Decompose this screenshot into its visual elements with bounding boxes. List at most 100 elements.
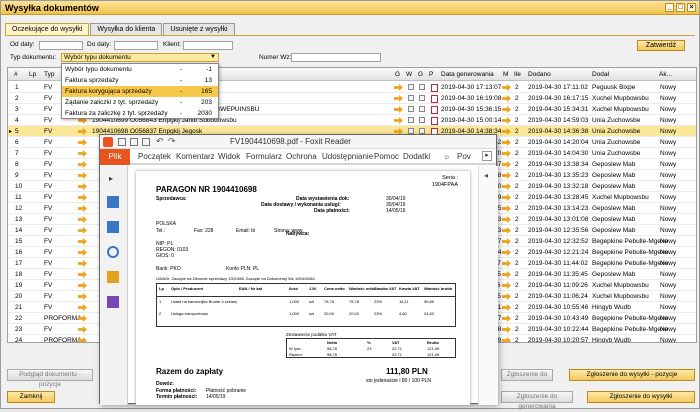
numer-wz-input[interactable]: [291, 53, 381, 62]
row-m-arrow-icon[interactable]: [502, 216, 511, 223]
row-g-arrow-icon[interactable]: [394, 106, 403, 113]
zgloszenie-generowania-button[interactable]: Zgłoszenie do generowania: [501, 391, 573, 410]
maximize-icon[interactable]: □: [676, 3, 685, 12]
col-lp[interactable]: Lp: [29, 71, 36, 78]
row-m-arrow-icon[interactable]: [502, 315, 511, 322]
lock-icon[interactable]: [107, 271, 119, 283]
minimize-icon[interactable]: _: [665, 3, 674, 12]
row-checkbox-2[interactable]: [419, 95, 425, 103]
row-m-arrow-icon[interactable]: [502, 194, 511, 201]
row-m-arrow-icon[interactable]: [502, 238, 511, 245]
col-dodano[interactable]: Dodano: [528, 71, 551, 78]
row-arrow-icon[interactable]: [78, 260, 87, 267]
dropdown-item[interactable]: Faktura sprzedaży - 13: [62, 75, 218, 86]
dropdown-item[interactable]: Faktura korygująca sprzedaży - 165: [62, 86, 218, 97]
col-p[interactable]: P: [429, 71, 433, 78]
row-m-arrow-icon[interactable]: [502, 282, 511, 289]
row-arrow-icon[interactable]: [78, 293, 87, 300]
row-m-arrow-icon[interactable]: [502, 293, 511, 300]
row-arrow-icon[interactable]: [78, 282, 87, 289]
save-icon[interactable]: [130, 138, 138, 146]
col-m[interactable]: M: [503, 71, 508, 78]
lightbulb-icon[interactable]: ☼: [443, 152, 450, 161]
row-arrow-icon[interactable]: [78, 326, 87, 333]
row-arrow-icon[interactable]: [78, 249, 87, 256]
row-g-arrow-icon[interactable]: [394, 95, 403, 102]
row-m-arrow-icon[interactable]: [502, 249, 511, 256]
close-icon[interactable]: ×: [687, 3, 696, 12]
menu-dodatki[interactable]: Dodatki: [403, 152, 430, 161]
col-typ[interactable]: Typ: [44, 71, 54, 78]
row-arrow-icon[interactable]: [78, 304, 87, 311]
row-arrow-icon[interactable]: [78, 238, 87, 245]
row-m-arrow-icon[interactable]: [502, 205, 511, 212]
row-m-arrow-icon[interactable]: [502, 260, 511, 267]
dropdown-item[interactable]: Faktura za zaliczkę z tyt. sprzedaży - 203…: [62, 108, 218, 119]
chevron-down-icon[interactable]: ▼: [210, 54, 216, 60]
do-daty-input[interactable]: [114, 41, 158, 50]
col-data-generowania[interactable]: Data generowania: [441, 71, 494, 78]
zgloszenie-wysylki-button[interactable]: Zgłoszenie do wysyłki: [587, 391, 695, 403]
row-m-arrow-icon[interactable]: [502, 128, 511, 135]
row-arrow-icon[interactable]: [78, 161, 87, 168]
signature-icon[interactable]: [107, 296, 119, 308]
ribbon-scroll-right-icon[interactable]: ▸: [482, 151, 492, 161]
col-w[interactable]: W: [406, 71, 412, 78]
menu-pov[interactable]: Pov: [457, 152, 471, 161]
row-checkbox[interactable]: [408, 117, 414, 125]
zamknij-button[interactable]: Zamknij: [7, 391, 55, 403]
row-arrow-icon[interactable]: [78, 227, 87, 234]
row-m-arrow-icon[interactable]: [502, 161, 511, 168]
undo-icon[interactable]: ↶: [156, 136, 164, 147]
row-arrow-icon[interactable]: [78, 205, 87, 212]
row-checkbox-2[interactable]: [419, 117, 425, 125]
row-arrow-icon[interactable]: [78, 183, 87, 190]
row-m-arrow-icon[interactable]: [502, 84, 511, 91]
col-dodal[interactable]: Dodał: [592, 71, 609, 78]
redo-icon[interactable]: ↷: [168, 136, 176, 147]
row-checkbox-2[interactable]: [419, 106, 425, 114]
zgloszenie-pozycje-left-button[interactable]: Zgłoszenie do wysyłki - pozycje: [501, 369, 553, 381]
bookmark-icon[interactable]: [107, 196, 119, 208]
zgloszenie-pozycje-button[interactable]: Zgłoszenie do wysyłki - pozycje: [569, 369, 695, 381]
row-checkbox[interactable]: [408, 95, 414, 103]
row-m-arrow-icon[interactable]: [502, 227, 511, 234]
row-g-arrow-icon[interactable]: [394, 117, 403, 124]
menu-plik[interactable]: Plik: [100, 149, 130, 165]
tab-wysylka-do-klienta[interactable]: Wysyłka do klienta: [90, 23, 163, 35]
col-g[interactable]: G: [395, 71, 400, 78]
klient-input[interactable]: [183, 41, 233, 50]
row-m-arrow-icon[interactable]: [502, 304, 511, 311]
row-m-arrow-icon[interactable]: [502, 326, 511, 333]
menu-ochrona[interactable]: Ochrona: [286, 152, 317, 161]
row-m-arrow-icon[interactable]: [502, 139, 511, 146]
row-m-arrow-icon[interactable]: [502, 150, 511, 157]
row-m-arrow-icon[interactable]: [502, 117, 511, 124]
row-checkbox[interactable]: [408, 84, 414, 92]
attachment-icon[interactable]: [107, 246, 119, 258]
row-arrow-icon[interactable]: [78, 194, 87, 201]
row-checkbox[interactable]: [408, 106, 414, 114]
panel-arrow-icon[interactable]: ◂: [484, 171, 488, 180]
row-checkbox-2[interactable]: [419, 84, 425, 92]
od-daty-input[interactable]: [39, 41, 83, 50]
tab-usuniete[interactable]: Usunięte z wysyłki: [163, 23, 235, 35]
row-arrow-icon[interactable]: [78, 150, 87, 157]
row-arrow-icon[interactable]: [78, 128, 87, 135]
row-arrow-icon[interactable]: [78, 139, 87, 146]
typ-dokumentu-select[interactable]: Wybór typu dokumentu ▼: [61, 53, 219, 62]
open-icon[interactable]: [118, 138, 126, 146]
dropdown-item[interactable]: Żądanie zaliczki z tyt. sprzedaży - 203: [62, 97, 218, 108]
col-ile[interactable]: Ile: [514, 71, 521, 78]
print-icon[interactable]: [142, 138, 150, 146]
menu-pomoc[interactable]: Pomoc: [374, 152, 399, 161]
row-m-arrow-icon[interactable]: [502, 183, 511, 190]
tab-oczekujace[interactable]: Oczekujące do wysyłki: [5, 23, 90, 35]
menu-formularz[interactable]: Formularz: [246, 152, 282, 161]
row-m-arrow-icon[interactable]: [502, 172, 511, 179]
collapse-arrow-icon[interactable]: ▸: [109, 174, 113, 183]
podglad-dokumentu-button[interactable]: Podgląd dokumentu - pozycje: [7, 369, 93, 388]
row-arrow-icon[interactable]: [78, 271, 87, 278]
col-ak[interactable]: Ak...: [659, 71, 672, 78]
row-m-arrow-icon[interactable]: [502, 95, 511, 102]
